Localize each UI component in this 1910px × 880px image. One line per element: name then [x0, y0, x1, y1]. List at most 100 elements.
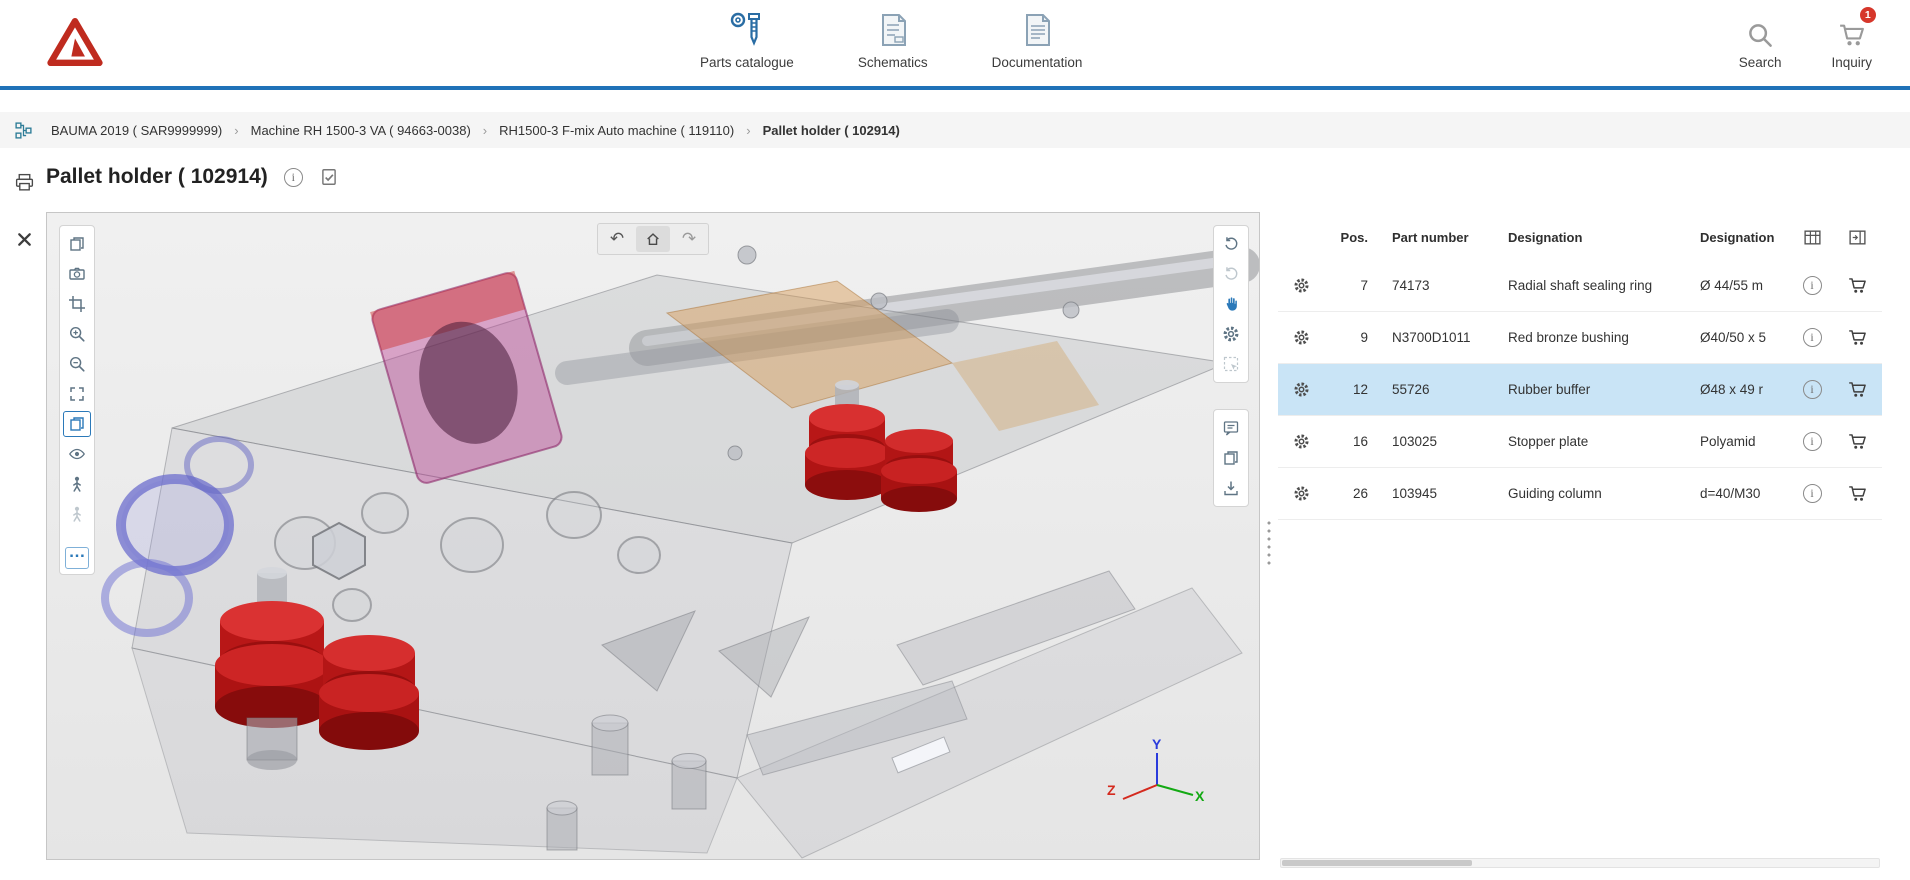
page-title: Pallet holder ( 102914)	[46, 165, 268, 189]
table-row[interactable]: 16 103025 Stopper plate Polyamid	[1278, 416, 1882, 468]
pan-hand-icon[interactable]	[1217, 291, 1245, 317]
scrollbar-thumb[interactable]	[1282, 860, 1472, 866]
undo-icon[interactable]: ↶	[600, 226, 634, 252]
add-to-cart-icon[interactable]	[1847, 431, 1868, 452]
rotate-view-icon[interactable]	[1217, 231, 1245, 257]
viewer-left-toolbar: …	[59, 225, 95, 575]
redo-icon[interactable]: ↷	[672, 226, 706, 252]
table-view-icon[interactable]	[1803, 228, 1822, 247]
axis-indicator: Y Z X	[1105, 737, 1205, 821]
breadcrumb-item-current: Pallet holder ( 102914)	[763, 123, 900, 138]
zoom-in-icon[interactable]	[63, 321, 91, 347]
rotate-disabled-icon[interactable]	[1217, 261, 1245, 287]
part-number-cell: 103945	[1374, 486, 1504, 501]
part-info-icon[interactable]	[1803, 432, 1822, 451]
part-number-cell: 55726	[1374, 382, 1504, 397]
marquee-select-icon[interactable]	[1217, 351, 1245, 377]
designation-cell: Guiding column	[1504, 486, 1700, 501]
breadcrumb-item[interactable]: BAUMA 2019 ( SAR9999999)	[51, 123, 222, 138]
add-to-cart-icon[interactable]	[1847, 275, 1868, 296]
nav-label: Documentation	[992, 55, 1083, 70]
part-number-cell: 103025	[1374, 434, 1504, 449]
add-to-cart-icon[interactable]	[1847, 379, 1868, 400]
part-info-icon[interactable]	[1803, 276, 1822, 295]
breadcrumb-separator	[234, 123, 238, 138]
pos-cell: 26	[1324, 486, 1374, 501]
table-row[interactable]: 26 103945 Guiding column d=40/M30	[1278, 468, 1882, 520]
inquiry-count-badge: 1	[1860, 7, 1876, 23]
content: … ↶ ↷ Y Z X	[0, 212, 1910, 874]
inquiry-button[interactable]: 1 Inquiry	[1831, 14, 1872, 70]
part-options-gear-icon[interactable]	[1293, 277, 1310, 294]
zoom-out-icon[interactable]	[63, 351, 91, 377]
crop-icon[interactable]	[63, 291, 91, 317]
inquiry-label: Inquiry	[1831, 55, 1872, 70]
part-number-cell: 74173	[1374, 278, 1504, 293]
structure-tree-icon[interactable]	[14, 121, 33, 140]
copy-view-icon[interactable]	[63, 231, 91, 257]
part-options-gear-icon[interactable]	[1293, 485, 1310, 502]
screenshot-icon[interactable]	[63, 261, 91, 287]
breadcrumb-item[interactable]: Machine RH 1500-3 VA ( 94663-0038)	[251, 123, 471, 138]
3d-model-canvas[interactable]	[47, 213, 1259, 859]
breadcrumb-item[interactable]: RH1500-3 F-mix Auto machine ( 119110)	[499, 123, 734, 138]
table-row[interactable]: 7 74173 Radial shaft sealing ring Ø 44/5…	[1278, 260, 1882, 312]
print-icon[interactable]	[14, 172, 35, 193]
viewer-annotation-toolbar	[1213, 409, 1249, 507]
part-options-gear-icon[interactable]	[1293, 329, 1310, 346]
dimension-cell: d=40/M30	[1700, 486, 1790, 501]
designation-cell: Stopper plate	[1504, 434, 1700, 449]
company-logo[interactable]	[46, 16, 104, 68]
part-options-gear-icon[interactable]	[1293, 381, 1310, 398]
search-icon	[1745, 20, 1775, 50]
header-designation: Designation	[1504, 230, 1700, 245]
part-options-gear-icon[interactable]	[1293, 433, 1310, 450]
person-view-icon[interactable]	[63, 471, 91, 497]
viewer-settings-gear-icon[interactable]	[1217, 321, 1245, 347]
tools-icon[interactable]	[15, 230, 34, 249]
add-to-cart-icon[interactable]	[1847, 327, 1868, 348]
search-button[interactable]: Search	[1739, 14, 1782, 70]
nav-documentation[interactable]: Documentation	[992, 10, 1083, 70]
designation-cell: Red bronze bushing	[1504, 330, 1700, 345]
dimension-cell: Ø48 x 49 r	[1700, 382, 1790, 397]
horizontal-scrollbar[interactable]	[1280, 858, 1880, 868]
nav-label: Parts catalogue	[700, 55, 794, 70]
note-icon[interactable]	[1217, 415, 1245, 441]
nav-schematics[interactable]: Schematics	[858, 10, 928, 70]
pos-cell: 12	[1324, 382, 1374, 397]
info-icon[interactable]	[284, 168, 303, 187]
layers-icon[interactable]	[63, 411, 91, 437]
collapse-panel-icon[interactable]	[1848, 228, 1867, 247]
drag-handle-icon	[1267, 519, 1271, 567]
part-info-icon[interactable]	[1803, 380, 1822, 399]
3d-viewer[interactable]: … ↶ ↷ Y Z X	[46, 212, 1260, 860]
add-to-cart-icon[interactable]	[1847, 483, 1868, 504]
export-icon[interactable]	[1217, 475, 1245, 501]
nav-parts-catalogue[interactable]: Parts catalogue	[700, 10, 794, 70]
main-nav: Parts catalogue Schematics Documentation	[700, 10, 1082, 70]
clipboard-check-icon[interactable]	[319, 167, 339, 187]
breadcrumb-separator	[746, 123, 750, 138]
visibility-eye-icon[interactable]	[63, 441, 91, 467]
header-pos: Pos.	[1324, 230, 1374, 245]
table-header-row: Pos. Part number Designation Designation	[1278, 214, 1882, 260]
header-part-number: Part number	[1374, 230, 1504, 245]
table-row-selected[interactable]: 12 55726 Rubber buffer Ø48 x 49 r	[1278, 364, 1882, 416]
person-outline-icon[interactable]	[63, 501, 91, 527]
header-designation-2: Designation	[1700, 230, 1790, 245]
fit-to-screen-icon[interactable]	[63, 381, 91, 407]
header-actions: Search 1 Inquiry	[1739, 14, 1872, 70]
duplicate-icon[interactable]	[1217, 445, 1245, 471]
pos-cell: 16	[1324, 434, 1374, 449]
designation-cell: Rubber buffer	[1504, 382, 1700, 397]
pos-cell: 9	[1324, 330, 1374, 345]
part-info-icon[interactable]	[1803, 484, 1822, 503]
breadcrumb-separator	[483, 123, 487, 138]
title-row: Pallet holder ( 102914)	[0, 148, 1910, 206]
table-row[interactable]: 9 N3700D1011 Red bronze bushing Ø40/50 x…	[1278, 312, 1882, 364]
panel-splitter[interactable]	[1260, 212, 1278, 874]
home-view-icon[interactable]	[636, 226, 670, 252]
part-info-icon[interactable]	[1803, 328, 1822, 347]
more-tools-icon[interactable]: …	[65, 547, 89, 569]
